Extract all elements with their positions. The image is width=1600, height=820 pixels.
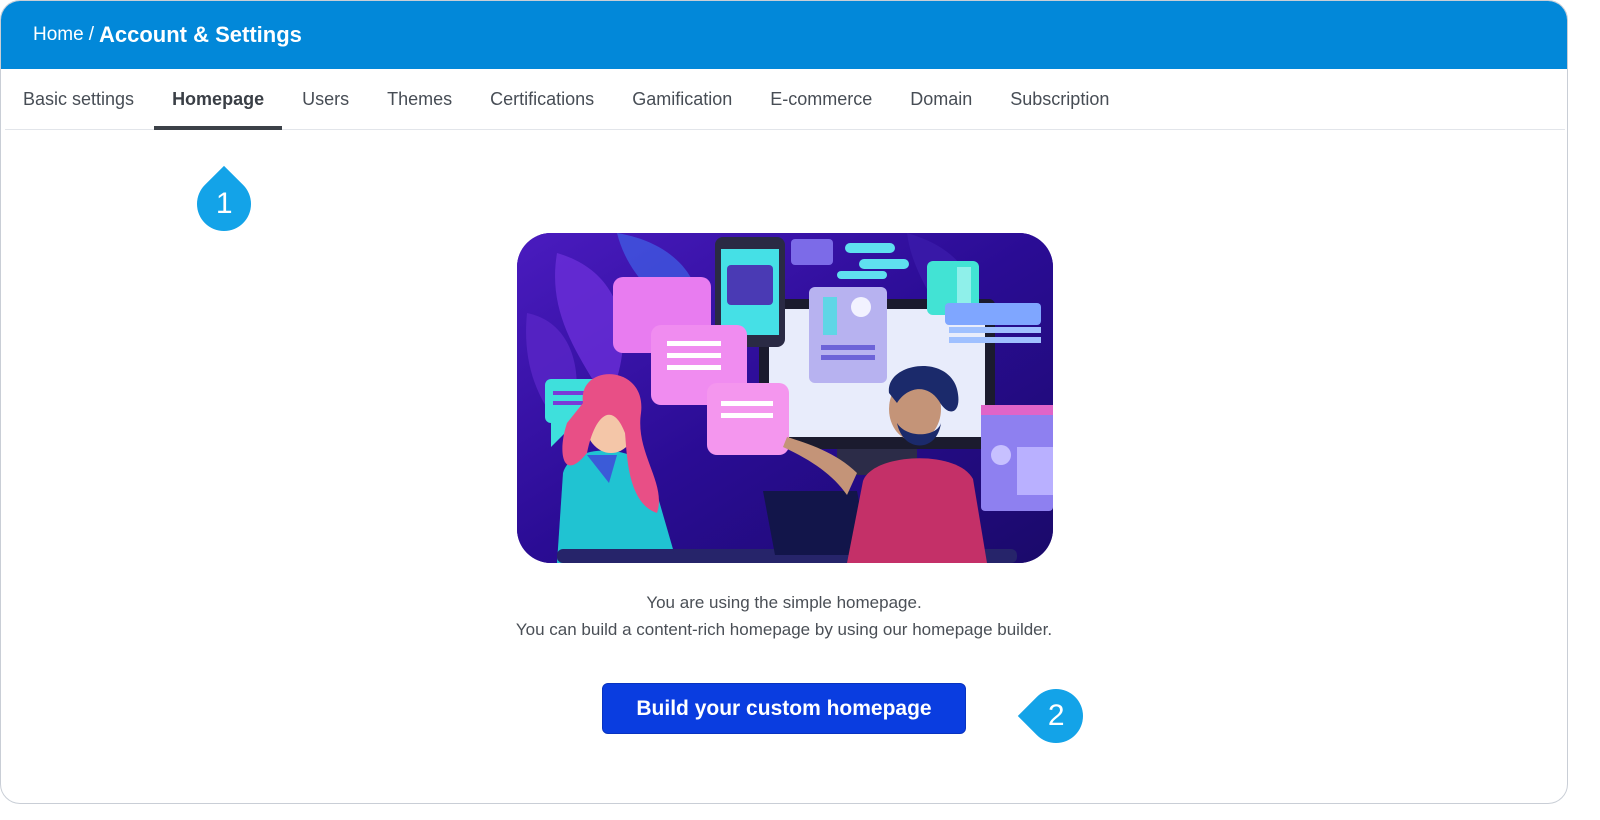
step-marker-1-number: 1 bbox=[215, 187, 233, 220]
tab-basic-settings[interactable]: Basic settings bbox=[5, 69, 152, 129]
settings-tabs: Basic settings Homepage Users Themes Cer… bbox=[5, 69, 1565, 130]
page-title: Account & Settings bbox=[98, 22, 302, 47]
homepage-illustration bbox=[517, 233, 1053, 563]
tab-homepage[interactable]: Homepage bbox=[154, 69, 283, 130]
app-window: Home / Account & Settings Basic settings… bbox=[0, 0, 1568, 804]
breadcrumb-home-link[interactable]: Home bbox=[33, 24, 84, 46]
tab-certifications[interactable]: Certifications bbox=[472, 69, 612, 129]
build-custom-homepage-button[interactable]: Build your custom homepage bbox=[602, 683, 966, 734]
tab-subscription[interactable]: Subscription bbox=[992, 69, 1127, 129]
tab-themes[interactable]: Themes bbox=[369, 69, 470, 129]
builder-hint-message: You can build a content-rich homepage by… bbox=[515, 620, 1053, 639]
tab-gamification[interactable]: Gamification bbox=[614, 69, 750, 129]
tab-users[interactable]: Users bbox=[284, 69, 367, 129]
people-at-computer-illustration bbox=[517, 233, 1053, 563]
header-bar: Home / Account & Settings bbox=[1, 1, 1567, 69]
tab-e-commerce[interactable]: E-commerce bbox=[752, 69, 890, 129]
status-message: You are using the simple homepage. bbox=[646, 593, 922, 612]
step-marker-2: 2 bbox=[1017, 677, 1095, 755]
tab-domain[interactable]: Domain bbox=[892, 69, 990, 129]
step-marker-1: 1 bbox=[185, 165, 263, 243]
step-marker-2-number: 2 bbox=[1047, 699, 1065, 732]
breadcrumb-separator: / bbox=[88, 24, 94, 45]
